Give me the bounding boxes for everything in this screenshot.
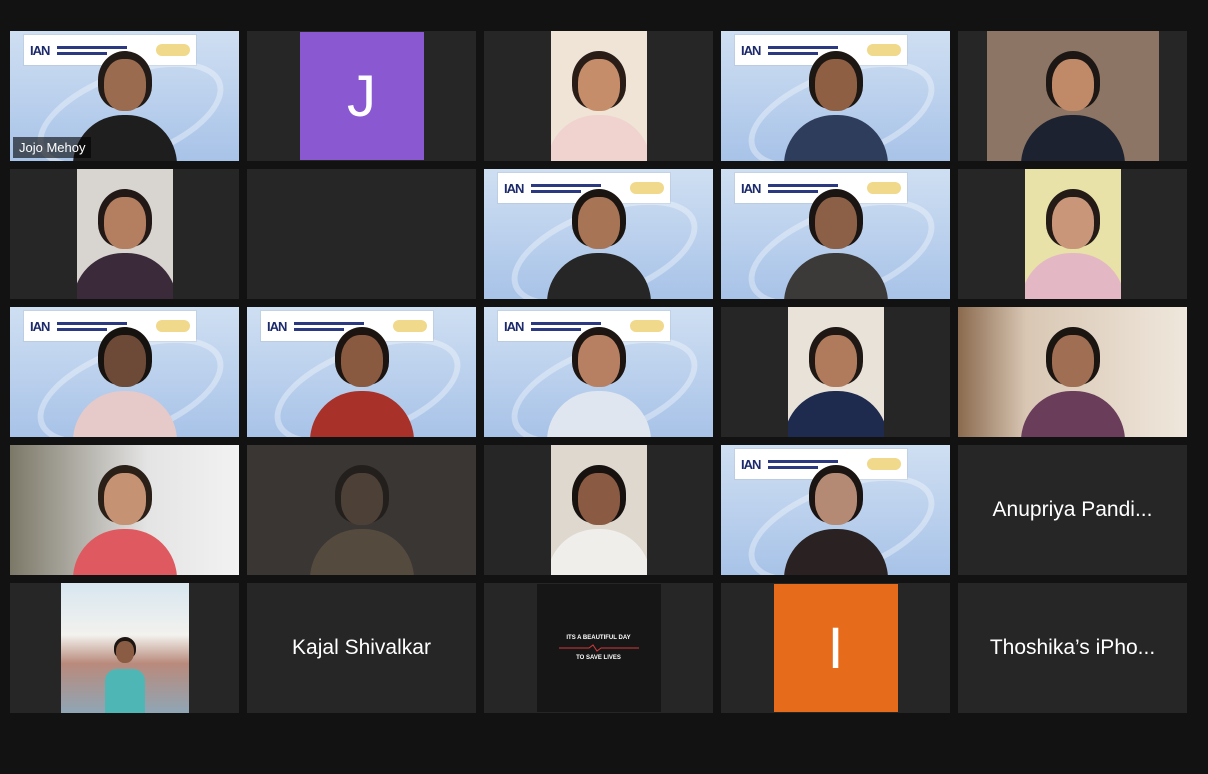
participant-silhouette <box>307 455 417 575</box>
participant-silhouette <box>781 179 891 299</box>
ian-logo: IAN <box>30 42 50 58</box>
participant-silhouette <box>95 633 155 713</box>
participant-video <box>787 307 884 437</box>
participant-video: IAN <box>484 169 713 299</box>
participant-video <box>550 445 647 575</box>
participant-silhouette <box>70 317 180 437</box>
participant-video <box>60 583 189 713</box>
participant-tile-anupriya[interactable]: Anupriya Pandi... <box>958 445 1187 575</box>
participant-name: Kajal Shivalkar <box>292 636 431 659</box>
participant-silhouette <box>307 317 417 437</box>
participant-tile-jojo-mehoy[interactable]: IAN Jojo Mehoy <box>10 31 239 161</box>
participant-silhouette <box>550 455 647 575</box>
participant-video <box>958 307 1187 437</box>
participant-tile-i[interactable]: I <box>721 583 950 713</box>
participant-video <box>986 31 1159 161</box>
participant-video <box>76 169 173 299</box>
participant-silhouette <box>544 317 654 437</box>
participant-silhouette <box>1018 317 1128 437</box>
ian-logo: IAN <box>267 318 287 334</box>
participant-tile[interactable]: IAN <box>10 307 239 437</box>
participant-silhouette <box>544 179 654 299</box>
participant-video <box>550 31 647 161</box>
participant-tile-j[interactable]: J <box>247 31 476 161</box>
participant-video: IAN <box>10 307 239 437</box>
participant-video <box>10 445 239 575</box>
ian-logo: IAN <box>504 318 524 334</box>
participant-tile[interactable] <box>958 31 1187 161</box>
participant-tile[interactable] <box>958 169 1187 299</box>
participant-tile[interactable]: IAN <box>721 445 950 575</box>
participant-tile-thoshika[interactable]: Thoshika’s iPho... <box>958 583 1187 713</box>
avatar-letter-j: J <box>299 32 424 160</box>
participant-tile[interactable] <box>958 307 1187 437</box>
participant-video: IAN <box>247 307 476 437</box>
participant-tile-kajal[interactable]: Kajal Shivalkar <box>247 583 476 713</box>
participant-video <box>247 445 476 575</box>
participant-tile[interactable]: IAN <box>721 31 950 161</box>
participant-silhouette <box>1024 179 1121 299</box>
participant-silhouette <box>70 455 180 575</box>
gallery-grid: IAN Jojo Mehoy J IAN IAN IAN IAN IAN IAN… <box>10 31 1187 713</box>
participant-tile[interactable] <box>721 307 950 437</box>
participant-tile[interactable] <box>484 31 713 161</box>
participant-silhouette <box>550 41 647 161</box>
profile-text-line-2: TO SAVE LIVES <box>576 655 621 661</box>
heartbeat-icon <box>558 644 639 652</box>
participant-silhouette <box>787 317 884 437</box>
meeting-window: IAN Jojo Mehoy J IAN IAN IAN IAN IAN IAN… <box>0 0 1208 774</box>
participant-silhouette <box>781 41 891 161</box>
participant-video: IAN <box>721 169 950 299</box>
participant-tile-empty[interactable] <box>247 169 476 299</box>
participant-silhouette <box>76 179 173 299</box>
avatar-letter-i: I <box>773 584 898 712</box>
participant-tile[interactable]: IAN <box>484 169 713 299</box>
participant-silhouette <box>1018 41 1128 161</box>
participant-video: IAN <box>721 445 950 575</box>
participant-tile[interactable]: IAN <box>484 307 713 437</box>
profile-text-line-1: ITS A BEAUTIFUL DAY <box>566 635 631 641</box>
participant-tile[interactable]: ITS A BEAUTIFUL DAY TO SAVE LIVES <box>484 583 713 713</box>
participant-name: Anupriya Pandi... <box>992 498 1153 521</box>
participant-tile[interactable] <box>247 445 476 575</box>
ian-logo: IAN <box>741 456 761 472</box>
participant-tile[interactable] <box>10 583 239 713</box>
participant-tile[interactable]: IAN <box>721 169 950 299</box>
profile-picture: ITS A BEAUTIFUL DAY TO SAVE LIVES <box>536 584 661 712</box>
ian-logo: IAN <box>504 180 524 196</box>
participant-video <box>1024 169 1121 299</box>
participant-video: IAN <box>484 307 713 437</box>
participant-tile[interactable] <box>484 445 713 575</box>
ian-logo: IAN <box>741 42 761 58</box>
participant-name: Thoshika’s iPho... <box>989 636 1156 659</box>
participant-tile[interactable] <box>10 445 239 575</box>
ian-logo: IAN <box>30 318 50 334</box>
participant-video: IAN Jojo Mehoy <box>10 31 239 161</box>
participant-name-label: Jojo Mehoy <box>13 137 92 158</box>
ian-logo: IAN <box>741 180 761 196</box>
participant-video: IAN <box>721 31 950 161</box>
participant-silhouette <box>781 455 891 575</box>
participant-tile[interactable]: IAN <box>247 307 476 437</box>
participant-tile[interactable] <box>10 169 239 299</box>
